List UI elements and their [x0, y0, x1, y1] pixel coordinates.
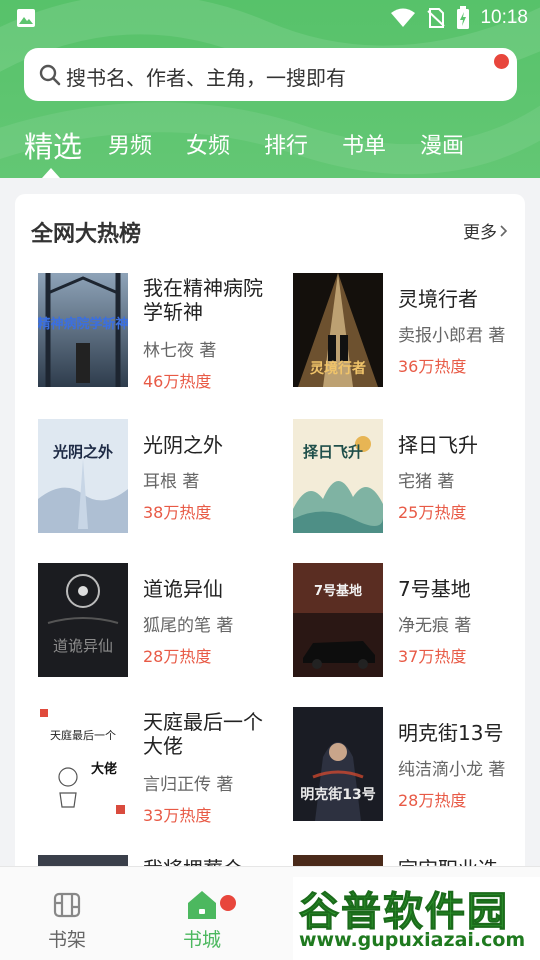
book-item[interactable]: 灵境行者 灵境行者 卖报小郎君 著 36万热度 — [293, 273, 525, 393]
book-title: 我在精神病院学斩神 — [143, 276, 263, 324]
more-button[interactable]: 更多 — [463, 218, 509, 243]
book-cover: 道诡异仙 — [38, 563, 128, 677]
cover-title: 天庭最后一个 — [50, 728, 116, 742]
book-cover — [293, 855, 383, 866]
search-icon — [39, 64, 61, 86]
no-sim-icon — [427, 8, 446, 28]
category-tabs: 精选 男频 女频 排行 书单 漫画 — [0, 120, 540, 178]
book-cover: 天庭最后一个 大佬 — [38, 707, 128, 821]
ranking-title: 全网大热榜 — [31, 222, 142, 247]
book-author: 纯洁滴小龙 著 — [398, 760, 506, 780]
cover-title: 光阴之外 — [52, 443, 113, 461]
book-author: 耳根 著 — [143, 472, 200, 492]
book-item[interactable]: 明克街13号 明克街13号 纯洁滴小龙 著 28万热度 — [293, 707, 525, 827]
book-title: 我将埋葬众 — [143, 853, 243, 866]
chevron-right-icon — [500, 224, 508, 237]
book-item[interactable]: 精神病院学斩神 我在精神病院学斩神 林七夜 著 46万热度 — [38, 273, 278, 393]
cover-title: 明克街13号 — [300, 786, 375, 803]
book-item[interactable]: 7号基地 7号基地 净无痕 著 37万热度 — [293, 563, 525, 683]
watermark-url: www.gupuxiazai.com — [299, 929, 526, 951]
book-item[interactable]: 天庭最后一个 大佬 天庭最后一个大佬 言归正传 著 33万热度 — [38, 707, 278, 827]
book-title: 明克街13号 — [398, 721, 504, 745]
book-title: 灵境行者 — [398, 287, 478, 311]
book-author: 卖报小郎君 著 — [398, 326, 506, 346]
book-author: 净无痕 著 — [398, 616, 472, 636]
notification-dot — [494, 54, 509, 69]
nav-bookstore[interactable]: 书城 — [152, 867, 252, 960]
book-heat: 25万热度 — [398, 503, 467, 522]
book-title: 择日飞升 — [398, 433, 478, 457]
gallery-icon — [17, 9, 35, 27]
nav-bookstore-label: 书城 — [182, 929, 221, 951]
book-title: 7号基地 — [398, 577, 471, 601]
more-label: 更多 — [463, 223, 497, 243]
book-heat: 37万热度 — [398, 647, 467, 666]
book-heat: 28万热度 — [143, 647, 212, 666]
book-title: 天庭最后一个大佬 — [143, 710, 263, 758]
book-heat: 36万热度 — [398, 357, 467, 376]
ranking-card: 全网大热榜 更多 精神病院学斩神 我在精神病院学斩神 林七夜 著 46万热度 灵… — [15, 194, 525, 866]
book-cover: 择日飞升 — [293, 419, 383, 533]
book-title: 道诡异仙 — [143, 577, 223, 601]
watermark: 谷普软件园 www.gupuxiazai.com — [293, 877, 540, 960]
notification-dot — [220, 895, 236, 911]
tab-male[interactable]: 男频 — [108, 128, 152, 160]
book-heat: 46万热度 — [143, 372, 212, 391]
tab-ranking[interactable]: 排行 — [264, 128, 308, 160]
book-item[interactable]: 择日飞升 择日飞升 宅猪 著 25万热度 — [293, 419, 525, 539]
cover-subtitle: 大佬 — [91, 761, 117, 777]
book-item[interactable]: 道诡异仙 道诡异仙 狐尾的笔 著 28万热度 — [38, 563, 278, 683]
book-heat: 33万热度 — [143, 806, 212, 825]
battery-charging-icon — [457, 6, 470, 29]
cover-title: 道诡异仙 — [53, 637, 113, 655]
search-bar[interactable]: 搜书名、作者、主角，一搜即有 — [24, 48, 517, 101]
search-placeholder: 搜书名、作者、主角，一搜即有 — [66, 66, 346, 90]
status-bar: 10:18 — [0, 0, 540, 36]
status-time: 10:18 — [480, 7, 528, 28]
home-icon — [188, 891, 216, 919]
book-cover: 精神病院学斩神 — [38, 273, 128, 387]
cover-title: 精神病院学斩神 — [38, 316, 128, 332]
book-heat: 38万热度 — [143, 503, 212, 522]
book-cover: 灵境行者 — [293, 273, 383, 387]
nav-bookshelf-label: 书架 — [47, 929, 86, 951]
book-cover — [38, 855, 128, 866]
cover-title: 择日飞升 — [303, 443, 363, 461]
book-author: 言归正传 著 — [143, 775, 234, 795]
active-tab-indicator — [42, 168, 60, 178]
wifi-icon — [391, 8, 416, 27]
book-heat: 28万热度 — [398, 791, 467, 810]
next-row-partial: 我将埋葬众 宇宙职业选 — [15, 851, 525, 866]
tab-female[interactable]: 女频 — [186, 128, 230, 160]
book-author: 宅猪 著 — [398, 472, 455, 492]
tab-featured[interactable]: 精选 — [24, 124, 82, 166]
tab-booklist[interactable]: 书单 — [342, 128, 386, 160]
bookshelf-icon — [53, 892, 81, 918]
tab-comics[interactable]: 漫画 — [420, 128, 464, 160]
book-author: 狐尾的笔 著 — [143, 616, 234, 636]
book-cover: 7号基地 — [293, 563, 383, 677]
book-cover: 光阴之外 — [38, 419, 128, 533]
book-item[interactable]: 光阴之外 光阴之外 耳根 著 38万热度 — [38, 419, 278, 539]
book-cover: 明克街13号 — [293, 707, 383, 821]
nav-bookshelf[interactable]: 书架 — [17, 867, 117, 960]
cover-title: 灵境行者 — [310, 360, 366, 377]
book-title: 宇宙职业选 — [398, 853, 498, 866]
cover-title: 7号基地 — [314, 583, 362, 599]
book-author: 林七夜 著 — [143, 341, 217, 361]
book-title: 光阴之外 — [143, 433, 223, 457]
